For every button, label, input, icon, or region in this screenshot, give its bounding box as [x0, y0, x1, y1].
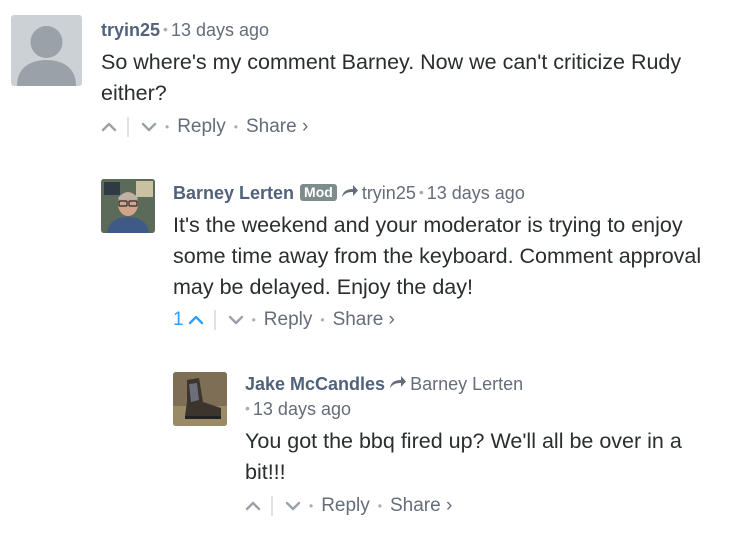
chevron-down-icon	[228, 316, 243, 325]
comment-meta: Barney Lerten Mod tryin25 • 13 days ago	[173, 181, 731, 206]
share-link[interactable]: Share ›	[246, 115, 308, 139]
vote-divider	[127, 117, 129, 137]
upvote-button[interactable]: 1	[173, 308, 204, 332]
downvote-button[interactable]	[141, 122, 157, 132]
user-silhouette-icon	[17, 26, 76, 86]
chevron-up-icon	[245, 502, 261, 511]
comment-barney-lerten: Barney Lerten Mod tryin25 • 13 days ago It's…	[101, 179, 731, 339]
comment-actions: • Reply • Share ›	[245, 494, 733, 518]
user-photo-icon	[101, 179, 155, 233]
reply-link[interactable]: Reply	[264, 308, 313, 332]
share-link[interactable]: Share ›	[333, 308, 395, 332]
timestamp[interactable]: 13 days ago	[427, 183, 525, 203]
downvote-button[interactable]	[228, 315, 244, 325]
share-link[interactable]: Share ›	[390, 494, 452, 518]
downvote-button[interactable]	[285, 501, 301, 511]
boot-photo-icon	[173, 372, 227, 426]
avatar-jake[interactable]	[173, 372, 227, 426]
meta-dot: •	[163, 21, 168, 37]
action-dot: •	[309, 499, 314, 514]
comment-jake-mccandles: Jake McCandles Barney Lerten • 13 days ago…	[173, 372, 733, 522]
action-dot: •	[251, 313, 256, 328]
avatar-default[interactable]	[11, 15, 82, 86]
comment-text: So where's my comment Barney. Now we can…	[101, 50, 682, 105]
comment-actions: 1 • Reply • Share ›	[173, 308, 731, 332]
reply-arrow-icon	[341, 180, 359, 204]
reply-link[interactable]: Reply	[321, 494, 370, 518]
timestamp[interactable]: 13 days ago	[253, 399, 351, 419]
action-dot: •	[233, 120, 238, 134]
author-name[interactable]: tryin25	[101, 20, 160, 40]
upvote-count: 1	[173, 309, 184, 331]
moderator-badge: Mod	[300, 184, 337, 201]
comment-actions: • Reply • Share ›	[101, 115, 731, 139]
comment-meta: Jake McCandles Barney Lerten	[245, 372, 733, 397]
action-dot: •	[377, 499, 382, 514]
in-reply-to-link[interactable]: tryin25	[362, 183, 416, 203]
chevron-up-icon	[188, 316, 203, 325]
author-name[interactable]: Jake McCandles	[245, 374, 385, 394]
chevron-down-icon	[141, 122, 157, 132]
comment-tryin25: tryin25 • 13 days ago So where's my commen…	[11, 15, 731, 145]
comment-text: You got the bbq fired up? We'll all be o…	[245, 429, 682, 485]
reply-link[interactable]: Reply	[177, 115, 226, 139]
upvote-button[interactable]	[101, 122, 117, 132]
action-dot: •	[165, 120, 170, 134]
vote-divider	[271, 496, 273, 517]
comment-text: It's the weekend and your moderator is t…	[173, 213, 702, 300]
vote-divider	[213, 310, 216, 331]
chevron-down-icon	[285, 502, 301, 511]
action-dot: •	[320, 313, 325, 328]
meta-dot: •	[245, 400, 250, 417]
meta-dot: •	[418, 184, 424, 200]
comment-meta-time: • 13 days ago	[245, 397, 733, 422]
chevron-up-icon	[101, 122, 117, 132]
in-reply-to-link[interactable]: Barney Lerten	[410, 374, 523, 394]
upvote-button[interactable]	[245, 501, 261, 511]
timestamp[interactable]: 13 days ago	[171, 20, 269, 40]
comment-meta: tryin25 • 13 days ago	[101, 18, 731, 43]
avatar-barney[interactable]	[101, 179, 155, 233]
author-name[interactable]: Barney Lerten	[173, 183, 294, 203]
reply-arrow-icon	[389, 371, 407, 395]
